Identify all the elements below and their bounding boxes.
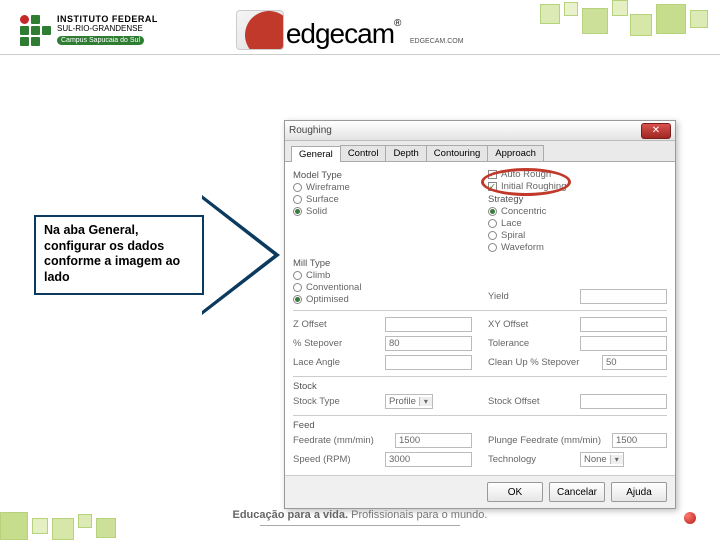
edgecam-text: edgecam	[286, 18, 394, 49]
instruction-arrow: Na aba General, configurar os dados conf…	[34, 195, 284, 315]
dialog-titlebar: Roughing ✕	[285, 121, 675, 141]
yield-label: Yield	[488, 291, 576, 302]
plunge-field[interactable]: 1500	[612, 433, 667, 448]
cleanup-field[interactable]: 50	[602, 355, 667, 370]
tab-contouring[interactable]: Contouring	[426, 145, 488, 161]
mill-type-label: Mill Type	[293, 258, 472, 269]
stock-section-label: Stock	[293, 381, 667, 392]
stock-type-select[interactable]: Profile▾	[385, 394, 433, 409]
slide-footer: Educação para a vida. Profissionais para…	[0, 509, 720, 526]
feed-section-label: Feed	[293, 420, 667, 431]
decor-top-squares	[520, 0, 720, 44]
if-line2: SUL-RIO-GRANDENSE	[57, 25, 158, 34]
radio-concentric[interactable]: Concentric	[488, 206, 667, 217]
radio-surface[interactable]: Surface	[293, 194, 472, 205]
radio-climb[interactable]: Climb	[293, 270, 472, 281]
radio-waveform[interactable]: Waveform	[488, 242, 667, 253]
lace-angle-label: Lace Angle	[293, 357, 381, 368]
chevron-down-icon: ▾	[610, 455, 623, 464]
xy-offset-label: XY Offset	[488, 319, 576, 330]
if-campus: Campus Sapucaia do Sul	[57, 36, 144, 46]
footer-bold: Educação para a vida.	[233, 509, 349, 521]
tab-general[interactable]: General	[291, 146, 341, 162]
if-logo: INSTITUTO FEDERAL SUL-RIO-GRANDENSE Camp…	[20, 15, 158, 46]
radio-spiral[interactable]: Spiral	[488, 230, 667, 241]
radio-optimised[interactable]: Optimised	[293, 294, 472, 305]
technology-label: Technology	[488, 454, 576, 465]
feedrate-field[interactable]: 1500	[395, 433, 472, 448]
technology-select[interactable]: None▾	[580, 452, 624, 467]
dialog-title: Roughing	[289, 125, 332, 136]
feedrate-label: Feedrate (mm/min)	[293, 435, 391, 446]
stock-offset-field[interactable]	[580, 394, 667, 409]
cancel-button[interactable]: Cancelar	[549, 482, 605, 502]
cleanup-label: Clean Up % Stepover	[488, 357, 598, 368]
strategy-label: Strategy	[488, 194, 667, 205]
tolerance-field[interactable]	[580, 336, 667, 351]
roughing-dialog: Roughing ✕ General Control Depth Contour…	[284, 120, 676, 509]
dialog-general-panel: Model Type Wireframe Surface Solid Auto …	[285, 162, 675, 475]
edgecam-com: EDGECAM.COM	[410, 38, 464, 45]
stock-type-label: Stock Type	[293, 396, 381, 407]
stepover-field[interactable]: 80	[385, 336, 472, 351]
edgecam-logo: edgecam® EDGECAM.COM	[236, 10, 464, 50]
z-offset-label: Z Offset	[293, 319, 381, 330]
instruction-text: Na aba General, configurar os dados conf…	[44, 223, 199, 286]
xy-offset-field[interactable]	[580, 317, 667, 332]
highlight-circle	[481, 168, 571, 196]
footer-rest: Profissionais para o mundo.	[348, 509, 487, 521]
page-dot-icon	[684, 512, 696, 524]
radio-conventional[interactable]: Conventional	[293, 282, 472, 293]
yield-field[interactable]	[580, 289, 667, 304]
speed-field[interactable]: 3000	[385, 452, 472, 467]
z-offset-field[interactable]	[385, 317, 472, 332]
radio-solid[interactable]: Solid	[293, 206, 472, 217]
radio-wireframe[interactable]: Wireframe	[293, 182, 472, 193]
tab-control[interactable]: Control	[340, 145, 387, 161]
close-icon[interactable]: ✕	[641, 123, 671, 139]
dialog-tabs: General Control Depth Contouring Approac…	[285, 141, 675, 162]
tab-depth[interactable]: Depth	[385, 145, 426, 161]
stepover-label: % Stepover	[293, 338, 381, 349]
edgecam-icon	[236, 10, 284, 50]
stock-offset-label: Stock Offset	[488, 396, 576, 407]
plunge-label: Plunge Feedrate (mm/min)	[488, 435, 608, 446]
chevron-down-icon: ▾	[419, 397, 432, 406]
tolerance-label: Tolerance	[488, 338, 576, 349]
model-type-label: Model Type	[293, 170, 472, 181]
speed-label: Speed (RPM)	[293, 454, 381, 465]
radio-lace[interactable]: Lace	[488, 218, 667, 229]
dialog-buttons: OK Cancelar Ajuda	[285, 475, 675, 508]
ok-button[interactable]: OK	[487, 482, 543, 502]
help-button[interactable]: Ajuda	[611, 482, 667, 502]
lace-angle-field[interactable]	[385, 355, 472, 370]
tab-approach[interactable]: Approach	[487, 145, 544, 161]
